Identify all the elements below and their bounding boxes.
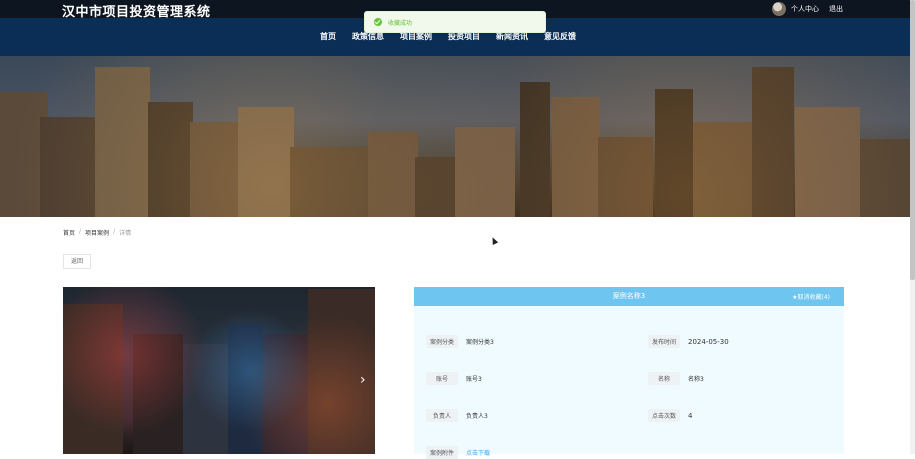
case-detail-body: 案例分类 案例分类3 发布时间 2024-05-30 账号 账号3 名称 名称3…: [414, 306, 844, 459]
field-label: 发布时间: [648, 335, 681, 348]
field-label: 案例分类: [426, 335, 459, 348]
scrollbar-thumb[interactable]: [910, 0, 915, 280]
success-toast: 收藏成功: [364, 11, 546, 33]
field-label: 点击次数: [648, 409, 681, 422]
field-value: 2024-05-30: [688, 337, 729, 346]
field-manager: 负责人 负责人3: [426, 409, 488, 422]
field-account: 账号 账号3: [426, 372, 482, 385]
user-area: 个人中心 退出: [772, 2, 843, 16]
breadcrumb-detail: 详情: [119, 230, 132, 237]
breadcrumb-home[interactable]: 首页: [63, 228, 75, 237]
breadcrumb: 首页 / 项目案例 / 详情: [63, 228, 135, 237]
field-attachment: 案例附件 点击下载: [426, 446, 490, 459]
breadcrumb-cases[interactable]: 项目案例: [85, 228, 109, 237]
toast-message: 收藏成功: [388, 19, 413, 27]
mouse-cursor: [489, 236, 499, 245]
logout-link[interactable]: 退出: [829, 4, 843, 14]
field-click-count: 点击次数 4: [648, 409, 692, 422]
back-button[interactable]: 返回: [63, 254, 91, 269]
field-label: 名称: [648, 372, 680, 385]
avatar[interactable]: [772, 2, 786, 16]
favorite-button[interactable]: ★取消收藏(4): [792, 292, 830, 301]
field-value: 4: [688, 411, 693, 420]
nav-item-home[interactable]: 首页: [320, 31, 336, 42]
field-value: 案例分类3: [466, 339, 494, 346]
user-center-link[interactable]: 个人中心: [791, 4, 819, 14]
field-name: 名称 名称3: [648, 372, 704, 385]
download-link[interactable]: 点击下载: [466, 448, 490, 457]
case-title: 案例名称3: [612, 292, 646, 300]
field-value: 名称3: [688, 376, 704, 383]
field-publish-time: 发布时间 2024-05-30: [648, 335, 729, 348]
breadcrumb-separator: /: [79, 228, 82, 235]
field-value: 账号3: [466, 376, 482, 383]
field-label: 账号: [426, 372, 458, 385]
field-label: 案例附件: [426, 446, 459, 459]
breadcrumb-separator: /: [113, 228, 116, 235]
field-category: 案例分类 案例分类3: [426, 335, 494, 348]
nav-item-feedback[interactable]: 意见反馈: [544, 31, 576, 42]
banner-image: [0, 56, 910, 217]
case-image-gallery[interactable]: [63, 287, 375, 454]
check-circle-icon: [374, 18, 382, 26]
case-detail-header: 案例名称3 ★取消收藏(4): [414, 287, 844, 306]
field-label: 负责人: [426, 409, 458, 422]
chevron-right-icon[interactable]: ›: [360, 372, 366, 388]
field-value: 负责人3: [466, 413, 488, 420]
